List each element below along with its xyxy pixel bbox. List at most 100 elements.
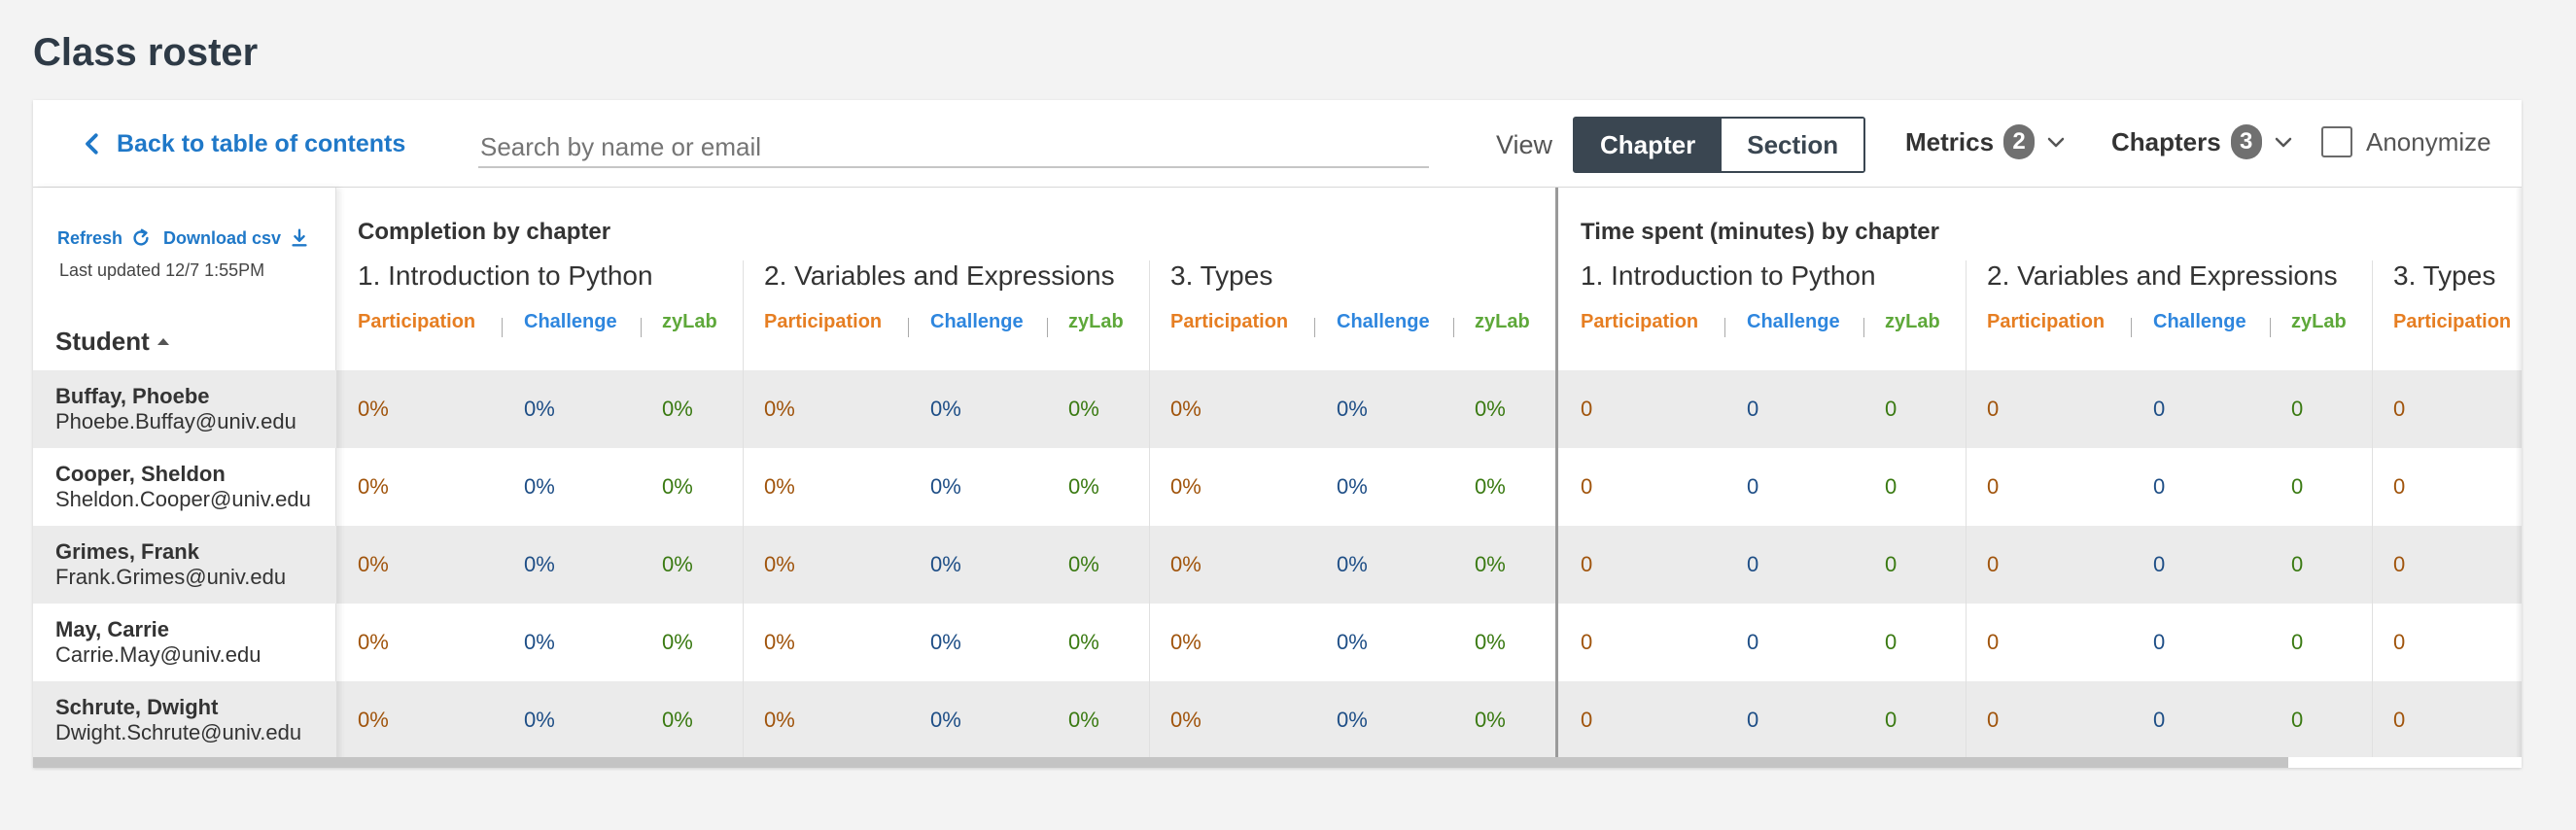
table-cell-zylab: 0% [1068, 474, 1099, 499]
refresh-button[interactable]: Refresh [57, 227, 152, 249]
back-to-contents-link[interactable]: Back to table of contents [78, 129, 405, 158]
table-cell-participation: 0 [2393, 708, 2406, 732]
student-row[interactable]: Cooper, Sheldon Sheldon.Cooper@univ.edu [33, 448, 336, 526]
page-title: Class roster [33, 31, 259, 74]
table-cell-challenge: 0 [2153, 474, 2166, 499]
column-separator [641, 318, 642, 337]
view-toggle: Chapter Section [1573, 117, 1866, 173]
student-header-label: Student [55, 327, 150, 356]
table-cell-challenge: 0 [1747, 397, 1759, 421]
roster-card: Back to table of contents View Chapter S… [33, 100, 2522, 768]
table-cell-zylab: 0% [662, 708, 693, 732]
table-cell-participation: 0 [1987, 708, 2000, 732]
refresh-icon [133, 228, 149, 246]
table-cell-zylab: 0% [1068, 708, 1099, 732]
chapter-title: 2. Variables and Expressions [764, 260, 1115, 291]
anonymize-label: Anonymize [2366, 126, 2491, 156]
student-email: Frank.Grimes@univ.edu [55, 565, 287, 589]
column-header-participation[interactable]: Participation [358, 311, 475, 333]
table-cell-participation: 0 [2393, 474, 2406, 499]
table-cell-zylab: 0% [1475, 474, 1506, 499]
metric-group-title: Completion by chapter [358, 219, 611, 245]
column-header-participation[interactable]: Participation [1581, 311, 1698, 333]
table-cell-participation: 0 [1987, 552, 2000, 576]
table-cell-participation: 0% [1170, 708, 1201, 732]
table-cell-zylab: 0% [1475, 552, 1506, 576]
chapter-title: 1. Introduction to Python [1581, 260, 1876, 291]
student-name: May, Carrie [55, 617, 169, 641]
view-section-button[interactable]: Section [1721, 119, 1864, 171]
table-cell-zylab: 0 [2291, 474, 2304, 499]
table-cell-participation: 0 [2393, 552, 2406, 576]
student-name: Cooper, Sheldon [55, 462, 226, 486]
table-cell-challenge: 0% [1337, 474, 1368, 499]
table-cell-challenge: 0% [524, 630, 555, 654]
table-cell-zylab: 0 [1885, 474, 1897, 499]
chapter-divider [2372, 260, 2373, 768]
chapter-title: 2. Variables and Expressions [1987, 260, 2338, 291]
table-cell-zylab: 0% [662, 397, 693, 421]
table-cell-challenge: 0 [2153, 397, 2166, 421]
download-icon [292, 228, 307, 247]
chapter-title: 3. Types [2393, 260, 2496, 291]
view-chapter-button[interactable]: Chapter [1575, 119, 1722, 171]
student-row[interactable]: Grimes, Frank Frank.Grimes@univ.edu [33, 526, 336, 604]
metric-group-title: Time spent (minutes) by chapter [1581, 219, 1939, 245]
column-header-participation[interactable]: Participation [2393, 311, 2511, 333]
table-cell-challenge: 0 [1747, 474, 1759, 499]
column-header-challenge[interactable]: Challenge [524, 311, 617, 333]
column-header-zylab[interactable]: zyLab [1475, 311, 1530, 333]
chevron-left-icon [86, 133, 98, 155]
group-divider [1555, 188, 1558, 768]
column-header-participation[interactable]: Participation [764, 311, 882, 333]
column-separator [908, 318, 909, 337]
roster-grid: Completion by chapter 1. Introduction to … [336, 188, 2522, 768]
column-header-zylab[interactable]: zyLab [662, 311, 717, 333]
anonymize-toggle[interactable]: Anonymize [2321, 126, 2491, 157]
table-cell-zylab: 0 [1885, 397, 1897, 421]
chapters-label: Chapters [2111, 126, 2221, 156]
table-cell-zylab: 0 [2291, 397, 2304, 421]
chapter-title: 1. Introduction to Python [358, 260, 653, 291]
student-row[interactable]: Schrute, Dwight Dwight.Schrute@univ.edu [33, 681, 336, 759]
column-header-zylab[interactable]: zyLab [1068, 311, 1124, 333]
student-sort-header[interactable]: Student [55, 327, 169, 357]
table-cell-challenge: 0% [524, 474, 555, 499]
table-cell-participation: 0 [2393, 630, 2406, 654]
table-cell-zylab: 0 [1885, 708, 1897, 732]
column-header-participation[interactable]: Participation [1170, 311, 1288, 333]
chevron-down-icon [2047, 137, 2065, 148]
anonymize-checkbox[interactable] [2321, 126, 2352, 157]
table-cell-zylab: 0 [2291, 552, 2304, 576]
table-cell-participation: 0% [1170, 630, 1201, 654]
table-cell-challenge: 0 [1747, 552, 1759, 576]
search-input[interactable] [478, 127, 1429, 168]
student-row[interactable]: May, Carrie Carrie.May@univ.edu [33, 604, 336, 681]
table-cell-challenge: 0% [1337, 397, 1368, 421]
column-header-challenge[interactable]: Challenge [1337, 311, 1430, 333]
toolbar: Back to table of contents View Chapter S… [33, 100, 2522, 188]
table-cell-challenge: 0 [1747, 708, 1759, 732]
table-cell-challenge: 0% [930, 708, 961, 732]
table-cell-challenge: 0% [524, 708, 555, 732]
table-cell-zylab: 0 [1885, 630, 1897, 654]
column-header-participation[interactable]: Participation [1987, 311, 2105, 333]
chapters-dropdown[interactable]: Chapters 3 [2111, 124, 2295, 159]
table-cell-participation: 0% [764, 552, 795, 576]
column-header-challenge[interactable]: Challenge [2153, 311, 2246, 333]
horizontal-scrollbar-thumb[interactable] [33, 757, 2288, 768]
metrics-dropdown[interactable]: Metrics 2 [1905, 124, 2068, 159]
sort-ascending-icon [157, 338, 169, 345]
column-header-challenge[interactable]: Challenge [930, 311, 1024, 333]
student-row[interactable]: Buffay, Phoebe Phoebe.Buffay@univ.edu [33, 370, 336, 448]
column-header-challenge[interactable]: Challenge [1747, 311, 1840, 333]
table-cell-participation: 0% [1170, 552, 1201, 576]
table-cell-participation: 0% [358, 397, 389, 421]
table-cell-challenge: 0% [930, 552, 961, 576]
column-header-zylab[interactable]: zyLab [2291, 311, 2347, 333]
table-cell-participation: 0% [358, 708, 389, 732]
download-csv-button[interactable]: Download csv [163, 227, 310, 249]
column-separator [502, 318, 503, 337]
column-header-zylab[interactable]: zyLab [1885, 311, 1940, 333]
table-cell-participation: 0% [764, 630, 795, 654]
